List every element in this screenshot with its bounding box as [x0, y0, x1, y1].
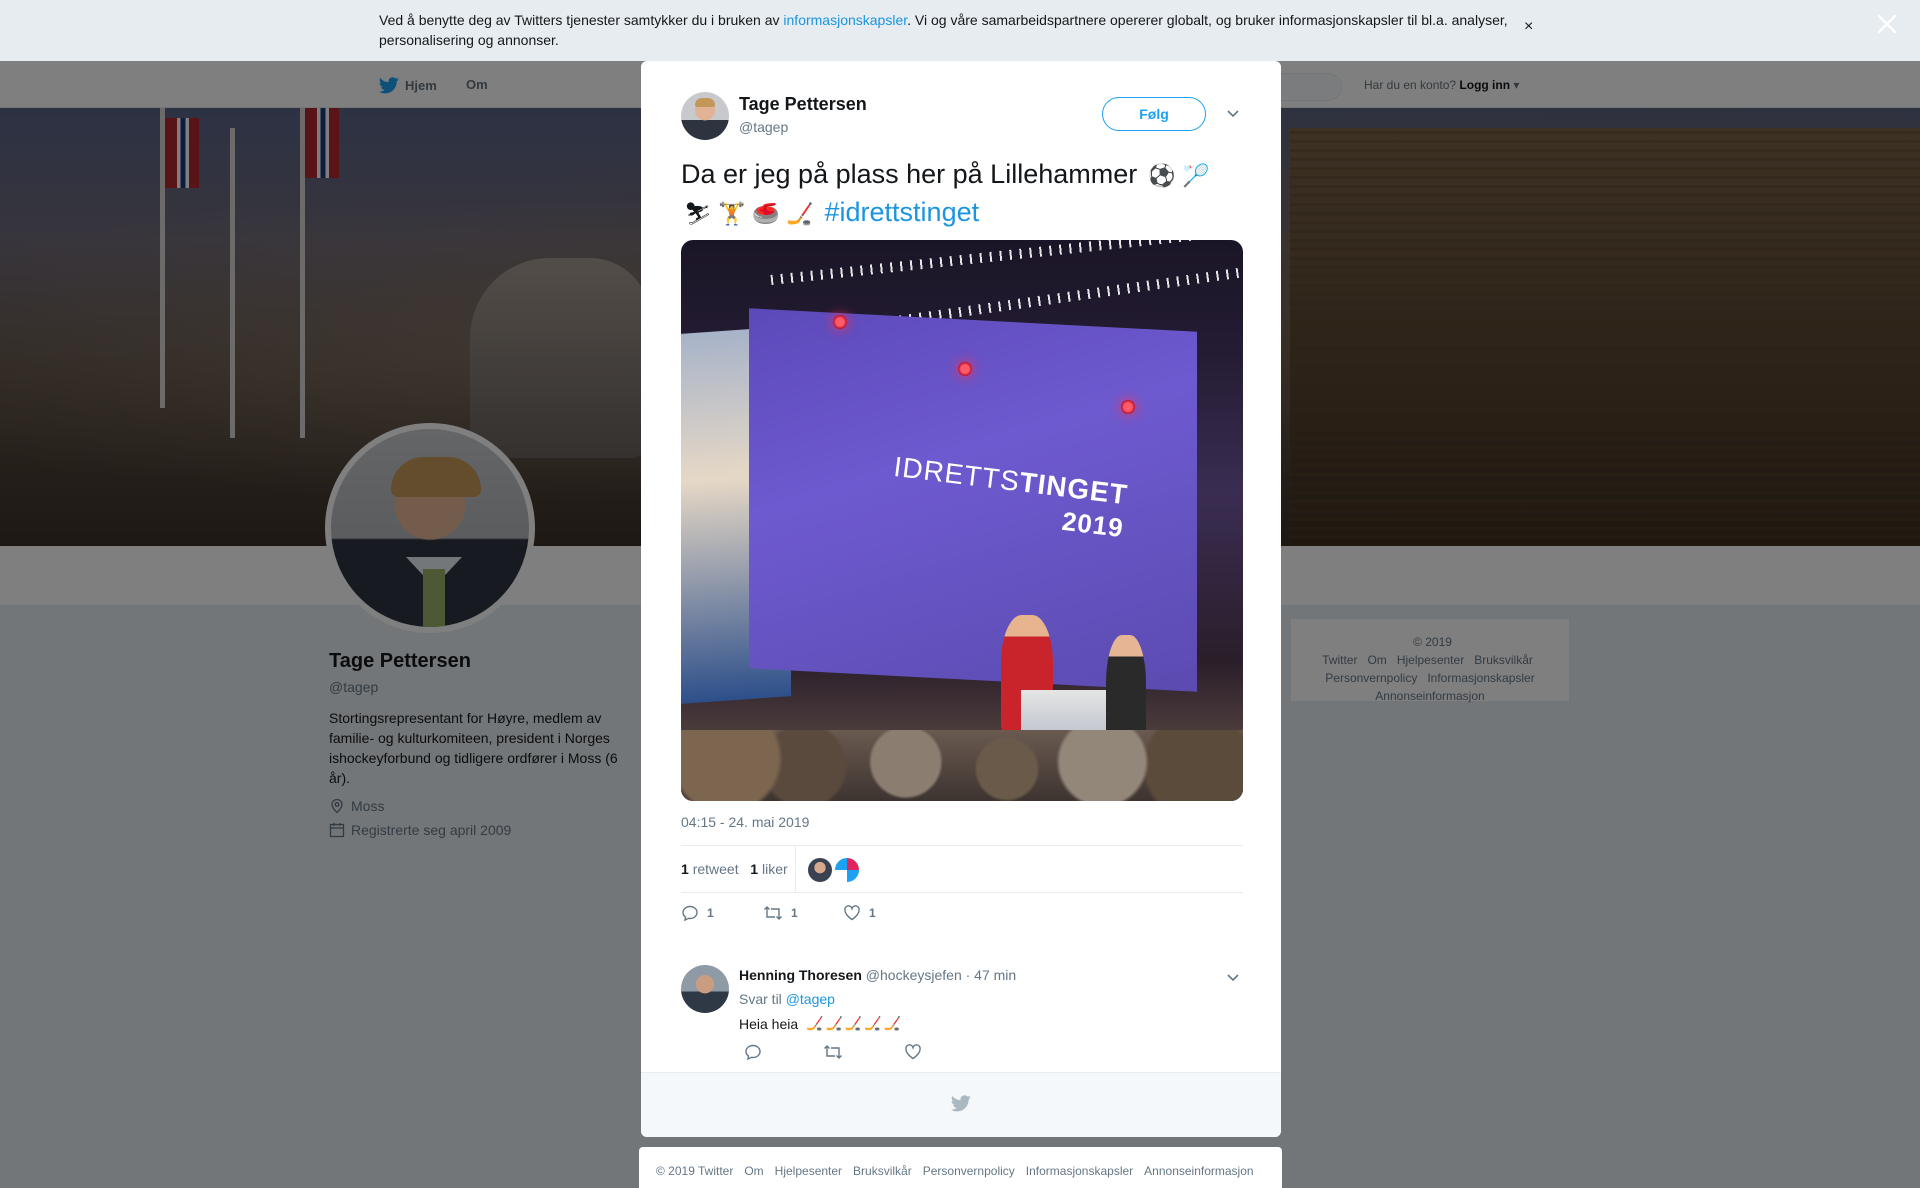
avatar-hair — [695, 98, 715, 107]
tweet-stats: 1 retweet 1 liker — [681, 845, 1243, 893]
footer-link[interactable]: Bruksvilkår — [853, 1164, 912, 1178]
retweeter-avatar[interactable] — [835, 858, 859, 882]
tweet-author-handle[interactable]: @tagep — [739, 119, 867, 135]
retweet-icon[interactable] — [823, 1043, 843, 1061]
weightlifter-emoji: 🏋 — [718, 200, 746, 226]
reply-icon — [682, 905, 698, 922]
retweet-icon — [764, 906, 782, 920]
reply-author-handle[interactable]: @hockeysjefen — [866, 967, 962, 983]
audience — [681, 730, 1243, 801]
stats-divider — [795, 846, 796, 893]
tweet-text: Da er jeg på plass her på Lillehammer ⚽ 🏸… — [681, 155, 1251, 231]
tweet-counts: 1 retweet 1 liker — [681, 861, 788, 877]
bottom-footer: © 2019 Twitter Om Hjelpesenter Bruksvilkår P… — [639, 1147, 1282, 1188]
reply-action[interactable]: 1 — [681, 904, 714, 922]
soccer-ball-emoji: ⚽ — [1148, 162, 1176, 188]
liker-avatar[interactable] — [808, 858, 832, 882]
skier-emoji: ⛷ — [684, 200, 712, 226]
like-label[interactable]: liker — [762, 861, 788, 877]
modal-close-icon[interactable] — [1873, 10, 1901, 38]
heart-icon — [844, 905, 860, 921]
ice-hockey-emoji: 🏒 — [806, 1015, 824, 1031]
footer-link[interactable]: Om — [744, 1164, 763, 1178]
stage-light — [833, 315, 847, 329]
retweet-action[interactable]: 1 — [763, 904, 798, 922]
cookie-banner: Ved å benytte deg av Twitters tjenester … — [0, 0, 1920, 61]
retweet-count[interactable]: 1 — [681, 861, 689, 877]
stage-light — [1121, 400, 1135, 414]
ice-hockey-emoji: 🏒 — [844, 1015, 863, 1031]
footer-link[interactable]: Hjelpesenter — [775, 1164, 842, 1178]
tweet-author-avatar[interactable] — [681, 92, 729, 140]
cookie-close-button[interactable]: × — [1524, 18, 1533, 36]
footer-link[interactable]: Informasjonskapsler — [1026, 1164, 1133, 1178]
ice-hockey-emoji: 🏒 — [883, 1015, 902, 1031]
cookie-text: Ved å benytte deg av Twitters tjenester … — [379, 10, 1529, 50]
badminton-emoji: 🏸 — [1182, 162, 1210, 188]
like-action-count: 1 — [869, 906, 876, 920]
tweet-body: Da er jeg på plass her på Lillehammer — [681, 159, 1138, 189]
reply-author-name[interactable]: Henning Thoresen — [739, 967, 862, 983]
reply-time[interactable]: · 47 min — [966, 967, 1017, 983]
footer-link[interactable]: Annonseinformasjon — [1144, 1164, 1253, 1178]
like-count[interactable]: 1 — [750, 861, 758, 877]
retweet-label[interactable]: retweet — [693, 861, 739, 877]
reply-author-avatar[interactable] — [681, 965, 729, 1013]
like-action[interactable]: 1 — [843, 904, 876, 922]
ice-hockey-emoji: 🏒 — [825, 1015, 843, 1031]
chevron-down-icon[interactable] — [1226, 106, 1240, 120]
tweet-timestamp[interactable]: 04:15 - 24. mai 2019 — [681, 814, 809, 830]
reply-actions — [739, 1043, 939, 1061]
retweet-action-count: 1 — [791, 906, 798, 920]
tweet-actions: 1 1 1 — [681, 904, 981, 924]
reply-header: Henning Thoresen @hockeysjefen · 47 min — [739, 967, 1016, 983]
stage-light — [958, 362, 972, 376]
tweet-photo[interactable]: IDRETTSTINGET 2019 — [681, 240, 1243, 801]
footer-link: © 2019 Twitter — [656, 1164, 734, 1178]
footer-link[interactable]: Personvernpolicy — [923, 1164, 1015, 1178]
hashtag-link[interactable]: #idrettstinget — [825, 197, 980, 227]
chevron-down-icon[interactable] — [1226, 970, 1240, 984]
tweet-modal: Tage Pettersen @tagep Følg Da er jeg på … — [641, 61, 1281, 1137]
reply-body: Heia heia — [739, 1015, 799, 1032]
reply-text: Heia heia 🏒 🏒 🏒 🏒 🏒 — [739, 1015, 901, 1032]
reply-count: 1 — [707, 906, 714, 920]
reply-to: Svar til @tagep — [739, 991, 835, 1007]
follow-button[interactable]: Følg — [1102, 97, 1206, 131]
modal-footer — [641, 1072, 1281, 1137]
ice-hockey-emoji: 🏒 — [864, 1015, 882, 1031]
tweet-author-name[interactable]: Tage Pettersen — [739, 94, 867, 115]
cookie-text-start: Ved å benytte deg av Twitters tjenester … — [379, 12, 784, 28]
reply-to-label: Svar til — [739, 991, 782, 1007]
cookie-link[interactable]: informasjonskapsler — [783, 12, 907, 28]
tweet-author: Tage Pettersen @tagep — [739, 94, 867, 135]
reply-to-handle[interactable]: @tagep — [786, 991, 835, 1007]
curling-stone-emoji: 🥌 — [752, 200, 780, 226]
reply-icon[interactable] — [744, 1043, 762, 1061]
ice-hockey-emoji: 🏒 — [786, 200, 814, 226]
twitter-bird-icon — [951, 1095, 971, 1112]
heart-icon[interactable] — [904, 1043, 922, 1061]
